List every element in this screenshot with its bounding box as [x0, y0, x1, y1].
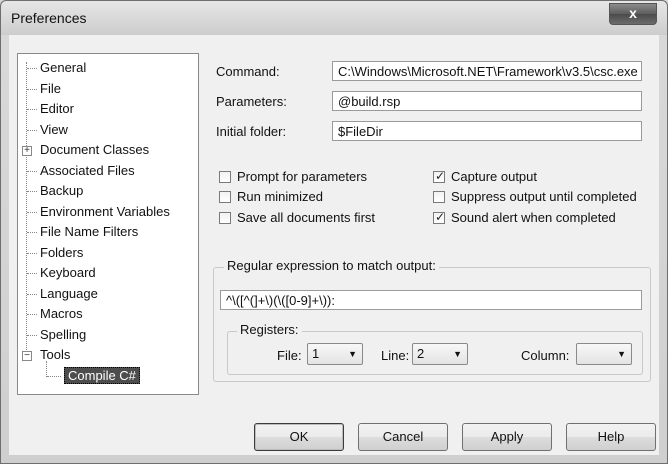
preferences-dialog: Preferences x General File Editor View +…: [0, 0, 668, 464]
initial-folder-label: Initial folder:: [216, 124, 287, 139]
dropdown-arrow-icon: ▼: [453, 349, 462, 359]
checkbox-label: Save all documents first: [237, 210, 376, 225]
ok-button[interactable]: OK: [254, 423, 344, 451]
checkbox-box: [219, 170, 231, 183]
tree-connector: [27, 191, 37, 192]
file-register-select[interactable]: 1 ▼: [307, 343, 363, 365]
tree-item-editor[interactable]: Editor: [40, 100, 74, 118]
checkmark-icon: [433, 169, 445, 183]
sound-alert-checkbox[interactable]: Sound alert when completed: [433, 210, 616, 225]
suppress-output-checkbox[interactable]: Suppress output until completed: [433, 189, 637, 204]
tree-item-general[interactable]: General: [40, 59, 86, 77]
tree-connector: [27, 314, 37, 315]
tree-connector: [27, 68, 37, 69]
line-register-select[interactable]: 2 ▼: [412, 343, 468, 365]
tree-item-file[interactable]: File: [40, 80, 61, 98]
close-icon: x: [629, 5, 637, 21]
tree-item-compile-csharp[interactable]: Compile C#: [64, 367, 140, 385]
checkbox-box: [219, 211, 231, 224]
regex-group-title: Regular expression to match output:: [224, 258, 439, 273]
tree-item-folders[interactable]: Folders: [40, 244, 83, 262]
tree-item-document-classes[interactable]: Document Classes: [40, 141, 149, 159]
column-register-label: Column:: [521, 348, 570, 363]
dropdown-arrow-icon: ▼: [617, 349, 626, 359]
parameters-input[interactable]: @build.rsp: [332, 91, 642, 111]
run-minimized-checkbox[interactable]: Run minimized: [219, 189, 323, 204]
checkbox-label: Prompt for parameters: [237, 169, 368, 184]
prompt-parameters-checkbox[interactable]: Prompt for parameters: [219, 169, 367, 184]
tree-item-keyboard[interactable]: Keyboard: [40, 264, 96, 282]
apply-button[interactable]: Apply: [462, 423, 552, 451]
tree-item-spelling[interactable]: Spelling: [40, 326, 86, 344]
selected-item-label: Compile C#: [64, 367, 140, 384]
tree-connector: [47, 376, 61, 377]
checkbox-label: Run minimized: [237, 189, 323, 204]
help-button[interactable]: Help: [566, 423, 656, 451]
tree-item-associated-files[interactable]: Associated Files: [40, 162, 135, 180]
tree-item-language[interactable]: Language: [40, 285, 98, 303]
title-bar: Preferences x: [1, 1, 667, 35]
collapse-icon[interactable]: −: [22, 351, 32, 361]
cancel-button[interactable]: Cancel: [358, 423, 448, 451]
tree-item-tools[interactable]: Tools: [40, 346, 70, 364]
tree-connector: [27, 294, 37, 295]
tree-connector: [27, 253, 37, 254]
command-label: Command:: [216, 64, 280, 79]
tree-connector: [27, 335, 37, 336]
tree-item-backup[interactable]: Backup: [40, 182, 83, 200]
tree-connector: [27, 130, 37, 131]
parameters-label: Parameters:: [216, 94, 287, 109]
command-input[interactable]: C:\Windows\Microsoft.NET\Framework\v3.5\…: [332, 61, 642, 81]
checkbox-box: [219, 190, 231, 203]
checkbox-label: Sound alert when completed: [451, 210, 616, 225]
tree-connector: [27, 171, 37, 172]
regex-input[interactable]: ^\([^(]+\)(\([0-9]+\)):: [220, 290, 642, 310]
close-button[interactable]: x: [609, 3, 657, 25]
line-register-value: 2: [417, 346, 425, 361]
line-register-label: Line:: [381, 348, 410, 363]
column-register-select[interactable]: ▼: [576, 343, 632, 365]
checkmark-icon: [433, 210, 445, 224]
tree-item-view[interactable]: View: [40, 121, 68, 139]
save-all-documents-checkbox[interactable]: Save all documents first: [219, 210, 375, 225]
tree-connector: [27, 232, 37, 233]
initial-folder-input[interactable]: $FileDir: [332, 121, 642, 141]
file-register-value: 1: [312, 346, 320, 361]
tree-item-macros[interactable]: Macros: [40, 305, 83, 323]
tree-connector-line: [26, 62, 27, 352]
checkbox-label: Capture output: [451, 169, 538, 184]
checkbox-box: [433, 190, 445, 203]
expand-icon[interactable]: +: [22, 146, 32, 156]
dropdown-arrow-icon: ▼: [348, 349, 357, 359]
tree-item-file-name-filters[interactable]: File Name Filters: [40, 223, 138, 241]
window-title: Preferences: [11, 10, 87, 26]
checkbox-label: Suppress output until completed: [451, 189, 637, 204]
tree-connector: [27, 109, 37, 110]
capture-output-checkbox[interactable]: Capture output: [433, 169, 537, 184]
category-tree[interactable]: General File Editor View + Document Clas…: [17, 53, 199, 395]
file-register-label: File:: [277, 348, 302, 363]
registers-title: Registers:: [237, 322, 302, 337]
tree-connector: [27, 212, 37, 213]
tree-connector: [27, 273, 37, 274]
tree-item-environment-variables[interactable]: Environment Variables: [40, 203, 170, 221]
tree-connector: [27, 89, 37, 90]
